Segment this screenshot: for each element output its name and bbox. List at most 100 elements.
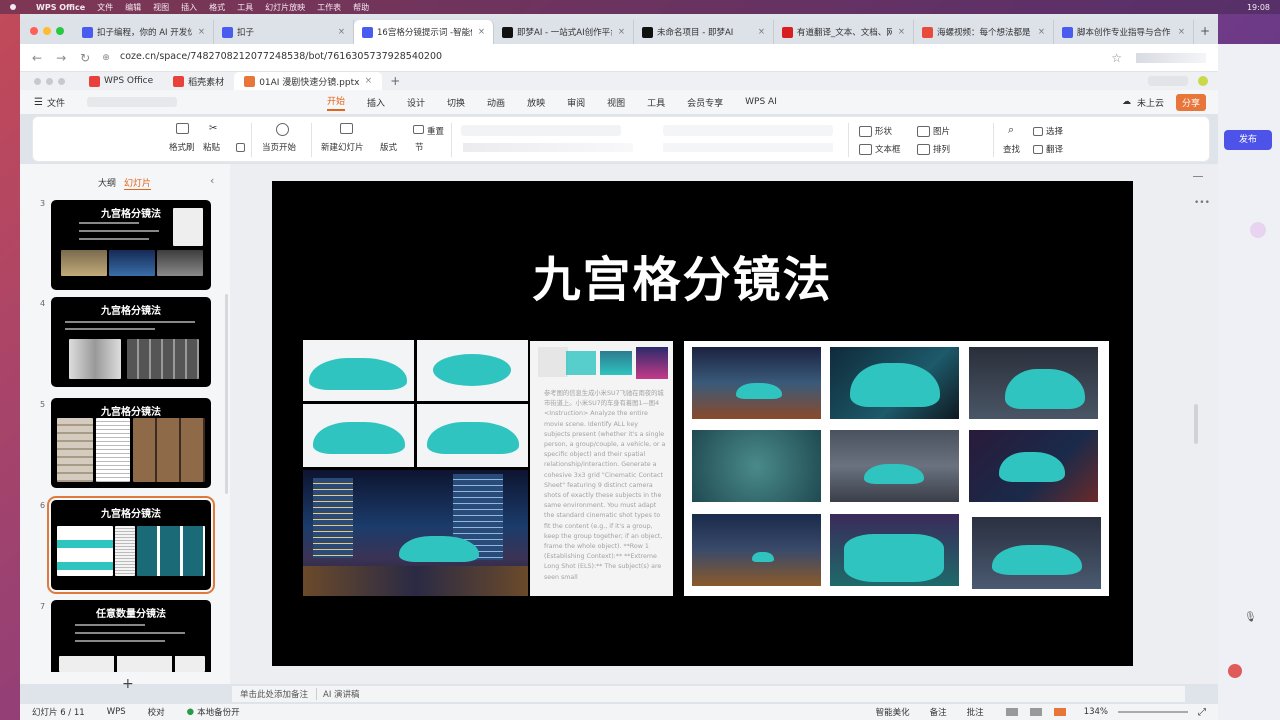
quick-access-toolbar[interactable] — [86, 97, 177, 107]
storyboard-shot-9[interactable] — [972, 517, 1101, 589]
ai-speech-button[interactable]: AI 演讲稿 — [316, 688, 360, 700]
mac-menu-item[interactable]: 插入 — [181, 2, 197, 13]
storyboard-shot-7[interactable] — [692, 514, 821, 586]
city-night-car-photo[interactable] — [303, 470, 528, 596]
play-from-current-icon[interactable] — [276, 123, 292, 136]
mac-menu-item[interactable]: 格式 — [209, 2, 225, 13]
find-button[interactable]: 查找 — [1003, 143, 1020, 155]
font-style-buttons[interactable] — [463, 143, 633, 152]
notification-badge[interactable] — [1228, 664, 1242, 678]
mac-app-name[interactable]: WPS Office — [36, 3, 85, 12]
menu-hamburger-icon[interactable]: ☰ — [34, 97, 43, 108]
close-doc-icon[interactable]: × — [365, 76, 373, 86]
apple-icon[interactable] — [10, 4, 16, 10]
shape-button[interactable]: 形状 — [859, 125, 892, 137]
menu-item[interactable]: 会员专享 — [687, 96, 723, 109]
align-buttons[interactable] — [663, 143, 833, 152]
play-from-current-button[interactable]: 当页开始 — [262, 141, 296, 153]
browser-tab[interactable]: 扣子编程，你的 AI 开发伙伴× — [74, 20, 214, 44]
slide-thumbnail-3[interactable]: 九宫格分镜法 — [51, 200, 211, 290]
browser-tab[interactable]: 有道翻译_文本、文档、网页× — [774, 20, 914, 44]
menu-item[interactable]: 视图 — [607, 96, 625, 109]
panel-scrollbar[interactable] — [225, 294, 228, 494]
select-button[interactable]: 选择 — [1033, 125, 1063, 137]
translate-button[interactable]: 翻译 — [1033, 143, 1063, 155]
mac-menu-item[interactable]: 幻灯片放映 — [265, 2, 305, 13]
user-avatar[interactable] — [1198, 76, 1208, 86]
mac-menu-item[interactable]: 编辑 — [125, 2, 141, 13]
storyboard-shot-5[interactable] — [830, 430, 959, 502]
new-slide-button[interactable]: 新建幻灯片 — [321, 141, 364, 153]
section-button[interactable]: 节 — [415, 141, 424, 153]
menu-file[interactable]: 文件 — [47, 96, 65, 109]
smart-beautify-button[interactable]: 智能美化 — [876, 706, 910, 718]
extension-icons[interactable] — [1136, 52, 1206, 63]
backup-status[interactable]: 本地备份开 — [197, 706, 240, 718]
browser-tab[interactable]: 未命名项目 - 即梦AI × — [634, 20, 774, 44]
maximize-window-icon[interactable] — [56, 27, 64, 35]
slide-thumbnail-4[interactable]: 九宫格分镜法 — [51, 297, 211, 387]
car-top-photo[interactable] — [417, 340, 528, 401]
wps-maximize-icon[interactable] — [58, 77, 65, 85]
fit-window-icon[interactable]: ⤢ — [1198, 707, 1206, 718]
menu-item[interactable]: 放映 — [527, 96, 545, 109]
menu-item[interactable]: 设计 — [407, 96, 425, 109]
menu-item[interactable]: 动画 — [487, 96, 505, 109]
storyboard-shot-8[interactable] — [830, 514, 959, 586]
browser-tab[interactable]: 即梦AI - 一站式AI创作平台 × — [494, 20, 634, 44]
wps-tab-document[interactable]: 01AI 漫剧快速分镜.pptx × — [234, 72, 383, 90]
more-icon[interactable]: ••• — [1194, 198, 1210, 208]
forward-icon[interactable]: → — [56, 51, 66, 65]
browser-tab[interactable]: 脚本创作专业指导与合作 × — [1054, 20, 1194, 44]
scissors-icon[interactable]: ✂ — [209, 123, 217, 134]
close-window-icon[interactable] — [30, 27, 38, 35]
reset-icon[interactable] — [413, 125, 427, 135]
slide-scrollbar[interactable] — [1194, 404, 1198, 444]
wps-minimize-icon[interactable] — [46, 77, 53, 85]
font-name-select[interactable] — [461, 125, 621, 136]
collapse-panel-icon[interactable]: ‹ — [210, 174, 214, 187]
close-tab-icon[interactable]: × — [752, 27, 765, 37]
wps-status-button[interactable]: WPS — [107, 707, 126, 717]
close-tab-icon[interactable]: × — [192, 27, 205, 37]
car-rear-photo[interactable] — [417, 404, 528, 467]
back-icon[interactable]: ← — [32, 51, 42, 65]
view-mode-buttons[interactable] — [1005, 708, 1066, 716]
format-painter-label[interactable]: 格式刷 — [169, 141, 195, 153]
wps-tab-home[interactable]: WPS Office — [79, 72, 163, 90]
share-button[interactable]: 分享 — [1175, 93, 1206, 111]
copy-icon[interactable] — [236, 143, 248, 153]
comment-button[interactable]: 批注 — [967, 706, 984, 718]
site-info-icon[interactable]: ⊕ — [102, 53, 110, 63]
menu-wps-ai[interactable]: WPS AI — [745, 97, 777, 107]
slides-tab[interactable]: 幻灯片 — [124, 176, 152, 190]
menu-item[interactable]: 审阅 — [567, 96, 585, 109]
agent-avatar[interactable] — [1250, 222, 1266, 238]
search-icon[interactable]: ⌕ — [1008, 123, 1014, 137]
layout-button[interactable]: 版式 — [380, 141, 397, 153]
close-tab-icon[interactable]: × — [332, 27, 345, 37]
close-tab-icon[interactable]: × — [612, 27, 625, 37]
slide-title[interactable]: 九宫格分镜法 — [272, 240, 1093, 310]
storyboard-shot-4[interactable] — [692, 430, 821, 502]
prompt-screenshot[interactable]: 参考图的信息生成小米SU7飞驰在雨夜的城市街道上。小米SU7的车身有着图1—图4… — [530, 341, 673, 596]
menu-item[interactable]: 工具 — [647, 96, 665, 109]
mac-menu-item[interactable]: 工作表 — [317, 2, 341, 13]
publish-button[interactable]: 发布 — [1224, 130, 1272, 150]
paragraph-buttons[interactable] — [663, 125, 833, 136]
close-tab-icon[interactable]: × — [892, 27, 905, 37]
bookmark-star-icon[interactable]: ☆ — [1111, 51, 1122, 65]
paste-icon[interactable] — [176, 123, 192, 134]
mac-menu-item[interactable]: 帮助 — [353, 2, 369, 13]
reset-button[interactable]: 重置 — [427, 125, 444, 137]
minimize-window-icon[interactable] — [43, 27, 51, 35]
url-field[interactable]: coze.cn/space/7482708212077248538/bot/76… — [120, 51, 442, 62]
minus-icon[interactable] — [1193, 176, 1203, 177]
nine-grid-storyboard[interactable] — [684, 341, 1109, 596]
wps-tab-docer[interactable]: 稻壳素材 — [163, 72, 234, 90]
storyboard-shot-2[interactable] — [830, 347, 959, 419]
textbox-button[interactable]: 文本框 — [859, 143, 901, 155]
new-tab-icon[interactable]: + — [1200, 24, 1210, 38]
zoom-slider[interactable] — [1118, 711, 1188, 713]
picture-button[interactable]: 图片 — [917, 125, 950, 137]
